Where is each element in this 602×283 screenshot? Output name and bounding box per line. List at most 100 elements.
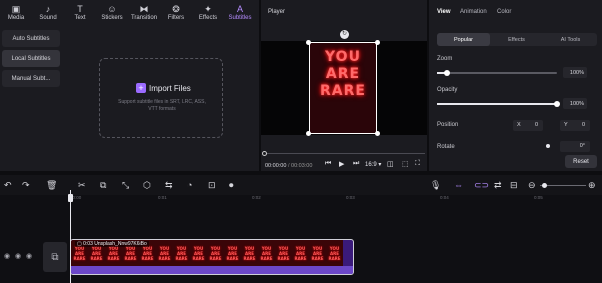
resize-tool-icon[interactable]: ⤡ [122,179,129,191]
toolbar-text-button[interactable]: T Text [64,0,96,26]
timeline-zoom-knob[interactable] [542,183,547,188]
text-icon: T [77,4,83,14]
track-header: ◉ ◉ ◉ ⧉ [0,239,68,275]
x-key: X [517,122,521,128]
playhead-handle[interactable] [68,194,73,202]
aspect-ratio-select[interactable]: 16:9 ▾ [365,161,381,168]
rotate-field[interactable]: 0° [560,141,590,152]
prev-frame-icon[interactable]: ⏮ [325,160,331,168]
import-dropzone[interactable]: + Import Files Support subtitle files in… [99,58,223,138]
crop-icon[interactable]: ⬚ [402,160,409,168]
lock-track-icon[interactable]: ◉ [15,252,21,260]
fullscreen-icon[interactable]: ⛶ [415,160,420,168]
tab-view[interactable]: View [437,9,451,15]
reverse-icon[interactable]: ⇆ [165,179,173,191]
resize-handle[interactable] [306,131,311,136]
rotate-handle-icon[interactable]: ↻ [340,30,349,39]
media-icon: ▣ [11,4,21,14]
opacity-knob[interactable] [554,101,560,107]
hide-track-icon[interactable]: ◉ [4,252,10,260]
next-frame-icon[interactable]: ⏭ [353,160,359,168]
zoom-label: Zoom [437,56,453,62]
reset-button[interactable]: Reset [565,155,597,168]
manual-subtitles-button[interactable]: Manual Subt... [2,70,60,87]
subtitles-nav: Auto Subtitles Local Subtitles Manual Su… [0,26,63,171]
crop-tool-icon[interactable]: ⧉ [100,179,106,191]
clip-frame-thumbnail: YOU ARE RARE [326,240,343,266]
speed-icon[interactable]: ◔ [187,179,192,191]
media-toolbar: ▣ Media ♪ Sound T Text ☺ Stickers ⧓ Transition ❂ Fi… [0,0,259,26]
snap-icon[interactable]: ⇄ [494,179,502,191]
link-icon[interactable]: ⇔ [454,179,463,191]
magnet-icon[interactable]: ⊂⊃ [474,179,489,191]
tab-color[interactable]: Color [497,9,511,15]
toolbar-label: Stickers [101,15,123,21]
toolbar-label: Transition [130,15,158,21]
snapshot-icon[interactable]: ◫ [387,160,394,168]
zoom-in-icon[interactable]: ⊕ [588,179,596,191]
undo-icon[interactable]: ↶ [4,179,12,191]
import-description: Support subtitle files in SRT, LRC, ASS,… [118,99,206,112]
fit-icon[interactable]: ⊟ [510,179,518,191]
toolbar-subtitles-button[interactable]: A Subtitles [224,0,256,26]
position-label: Position [437,122,459,128]
resize-handle[interactable] [375,131,380,136]
zoom-slider[interactable] [437,70,557,76]
cover-image-icon: ⧉ [51,251,59,263]
clip-frame-thumbnail: YOU ARE RARE [309,240,326,266]
local-subtitles-button[interactable]: Local Subtitles [2,50,60,67]
zoom-knob[interactable] [443,70,450,76]
freeze-icon[interactable]: ⊡ [208,179,216,191]
timeline-area: ◉ ◉ ◉ ⧉ YOU ARE RARE YOU ARE RARE YOU ARE RARE YO… [0,207,602,283]
mute-track-icon[interactable]: ◉ [26,252,32,260]
playback-scrubber[interactable] [262,151,425,156]
record-icon[interactable]: ⏺ [229,179,234,191]
position-x-field[interactable]: X 0 [513,120,543,131]
resize-handle[interactable] [375,40,380,45]
resize-handle[interactable] [306,40,311,45]
delete-icon[interactable]: 🗑︎ [46,179,57,191]
split-icon[interactable]: ✂ [78,179,86,191]
subtab-effects[interactable]: Effects [490,33,543,46]
clip-frame-thumbnail: YOU ARE RARE [292,240,309,266]
opacity-label: Opacity [437,87,458,93]
toolbar-transition-button[interactable]: ⧓ Transition [128,0,160,26]
effects-icon: ✦ [204,4,212,14]
opacity-slider[interactable] [437,101,560,107]
position-y-field[interactable]: Y 0 [560,120,590,131]
toolbar-sound-button[interactable]: ♪ Sound [32,0,64,26]
ruler-tick-label: 0:01 [158,195,167,200]
microphone-icon[interactable]: 🎙︎ [430,179,441,191]
preview-media[interactable]: YOU ARE RARE [309,42,377,134]
track-cover-button[interactable]: ⧉ [43,242,67,272]
ruler-tick-label: 0:02 [252,195,261,200]
scrubber-knob[interactable] [262,151,267,156]
rotate-dial-icon[interactable] [546,144,550,148]
total-time: 00:03:00 [291,163,313,169]
clip-name: 0:03 Unsplash_Nnw97K6iBo [83,241,147,247]
redo-icon[interactable]: ↷ [22,179,30,191]
zoom-out-icon[interactable]: ⊖ [528,179,536,191]
ruler-tick-label: 0:05 [534,195,543,200]
import-files-button[interactable]: + Import Files [136,83,191,93]
video-clip[interactable]: YOU ARE RARE YOU ARE RARE YOU ARE RARE YOU ARE RARE… [70,239,354,275]
playhead[interactable] [70,190,71,283]
mask-icon[interactable]: ⬡ [143,179,151,191]
auto-subtitles-button[interactable]: Auto Subtitles [2,30,60,47]
toolbar-effects-button[interactable]: ✦ Effects [192,0,224,26]
subtab-popular[interactable]: Popular [437,33,490,46]
toolbar-stickers-button[interactable]: ☺ Stickers [96,0,128,26]
sound-icon: ♪ [45,4,51,14]
subtab-ai-tools[interactable]: AI Tools [544,33,597,46]
preview-stage[interactable]: YOU ARE RARE [261,40,427,136]
poster-word: YOU [325,49,361,65]
opacity-value[interactable]: 100% [563,98,587,109]
timeline-zoom-slider[interactable] [540,183,586,188]
timeline-ruler[interactable]: 00:00 0:01 0:02 0:03 0:04 0:05 [0,195,602,207]
clip-frame-thumbnail: YOU ARE RARE [224,240,241,266]
zoom-value[interactable]: 100% [563,67,587,78]
tab-animation[interactable]: Animation [460,9,487,15]
toolbar-media-button[interactable]: ▣ Media [0,0,32,26]
toolbar-filters-button[interactable]: ❂ Filters [160,0,192,26]
play-icon[interactable]: ▶ [339,160,344,168]
